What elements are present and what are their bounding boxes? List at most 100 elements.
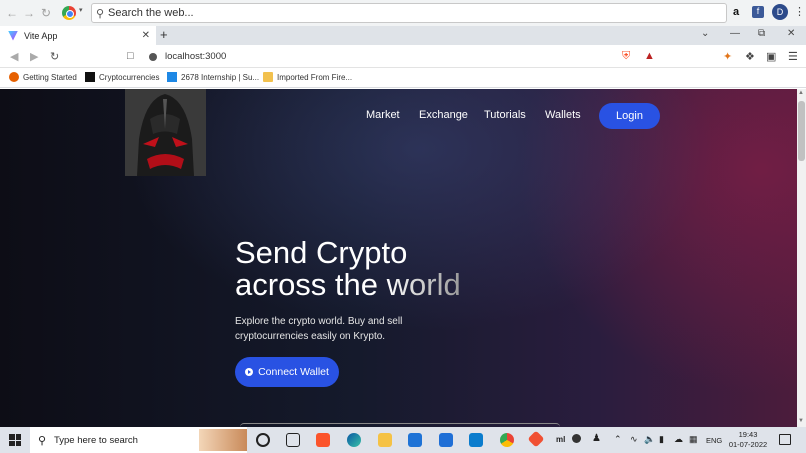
windows-start-icon[interactable] xyxy=(9,434,21,446)
restore-icon[interactable]: ⧉ xyxy=(758,28,765,39)
reload-icon[interactable]: ↻ xyxy=(50,50,59,63)
bookmark-imported-folder[interactable]: Imported From Fire... xyxy=(263,72,352,82)
tab-vite-app[interactable]: Vite App ✕ xyxy=(0,26,156,45)
brave-shield-icon[interactable]: ⛨ xyxy=(622,50,630,63)
git-icon[interactable] xyxy=(527,430,545,448)
firefox-icon xyxy=(9,72,19,82)
close-tab-icon[interactable]: ✕ xyxy=(142,30,150,41)
search-icon: ⚲ xyxy=(95,7,105,20)
language-indicator[interactable]: ENG xyxy=(706,436,722,445)
brave-browser-icon[interactable] xyxy=(316,433,330,447)
file-explorer-icon[interactable] xyxy=(378,433,392,447)
taskbar-search-input[interactable]: ⚲ Type here to search xyxy=(30,427,247,453)
minimize-icon[interactable]: — xyxy=(730,28,740,39)
headline-line-2: across the world xyxy=(235,269,495,301)
bookmarks-bar: Getting Started Cryptocurrencies 2678 In… xyxy=(0,68,806,88)
address-field[interactable]: localhost:3000 xyxy=(149,48,615,65)
nav-tutorials[interactable]: Tutorials xyxy=(484,109,526,121)
vscode-icon[interactable] xyxy=(469,433,483,447)
bookmark-label: Cryptocurrencies xyxy=(99,72,160,82)
page-scrollbar[interactable]: ▲ ▼ xyxy=(797,89,806,427)
bookmark-label: Imported From Fire... xyxy=(277,72,353,82)
bookmark-getting-started[interactable]: Getting Started xyxy=(9,72,77,82)
menu-icon[interactable]: ☰ xyxy=(788,50,798,63)
network-icon[interactable]: ∿ xyxy=(630,434,638,445)
bookmark-internship[interactable]: 2678 Internship | Su... xyxy=(167,72,259,82)
extensions-icon[interactable]: ❖ xyxy=(745,50,755,63)
bookmark-label: Getting Started xyxy=(23,72,77,82)
krypto-page: Market Exchange Tutorials Wallets Login … xyxy=(0,89,797,427)
kebab-menu-icon[interactable]: ⋮ xyxy=(794,5,805,18)
login-button[interactable]: Login xyxy=(599,103,660,129)
address-toolbar: ◀ ▶ ↻ □ localhost:3000 ⛨ ▲ ✦ ❖ ▣ ☰ xyxy=(0,45,806,68)
headline-line-2-end: the world xyxy=(334,267,461,302)
task-view-icon[interactable] xyxy=(286,433,300,447)
site-info-icon[interactable] xyxy=(149,52,157,61)
amazon-icon[interactable]: a xyxy=(733,6,739,18)
app-tray-icon[interactable]: ml xyxy=(556,435,565,444)
site-logo[interactable] xyxy=(125,89,206,176)
scrollbar-thumb[interactable] xyxy=(798,101,805,161)
tab-search-chevron-icon[interactable]: ⌄ xyxy=(701,28,709,39)
web-search-placeholder: Search the web... xyxy=(108,7,194,19)
play-icon xyxy=(245,368,254,376)
tray-circle-icon[interactable] xyxy=(572,434,581,443)
headline-line-2-start: across xyxy=(235,267,335,302)
back-icon[interactable]: ◀ xyxy=(10,50,18,63)
profile-avatar-icon[interactable]: D xyxy=(772,4,788,20)
wallet-icon[interactable]: ▣ xyxy=(766,50,776,63)
bookmark-cryptocurrencies[interactable]: Cryptocurrencies xyxy=(85,72,159,82)
nav-wallets[interactable]: Wallets xyxy=(545,109,581,121)
clock[interactable]: 19:43 01-07-2022 xyxy=(728,430,768,450)
clock-time: 19:43 xyxy=(738,430,758,439)
new-tab-icon[interactable]: + xyxy=(160,27,168,42)
scroll-up-icon[interactable]: ▲ xyxy=(798,90,804,96)
headline-line-1: Send Crypto xyxy=(235,235,408,270)
people-icon[interactable]: ♟ xyxy=(592,433,601,444)
metamask-icon[interactable]: ✦ xyxy=(723,50,732,63)
search-highlight-image xyxy=(199,429,247,451)
connect-wallet-label: Connect Wallet xyxy=(258,366,329,378)
battery-icon[interactable]: ▮ xyxy=(659,434,664,445)
scroll-down-icon[interactable]: ▼ xyxy=(798,418,804,424)
forward-icon[interactable]: ▶ xyxy=(30,50,38,63)
tab-strip: Vite App ✕ + ⌄ — ⧉ ✕ xyxy=(0,26,806,45)
nav-exchange[interactable]: Exchange xyxy=(419,109,468,121)
brave-rewards-icon[interactable]: ▲ xyxy=(644,50,655,62)
facebook-icon[interactable]: f xyxy=(752,6,764,18)
forward-arrow-icon[interactable]: → xyxy=(20,4,38,22)
chevron-up-icon[interactable]: ⌃ xyxy=(614,434,622,445)
back-arrow-icon[interactable]: ← xyxy=(3,4,21,22)
vite-favicon-icon xyxy=(8,30,18,41)
chrome-icon[interactable] xyxy=(62,6,76,20)
top-browser-bar: ← → ↻ ▾ ⚲ Search the web... a f D ⋮ xyxy=(0,0,806,26)
site-favicon-icon xyxy=(85,72,95,82)
hero-headline: Send Crypto across the world xyxy=(235,237,495,301)
taskbar: ⚲ Type here to search ml ♟ ⌃ ∿ 🔈 ▮ ☁ ▦ E… xyxy=(0,427,806,453)
display-icon[interactable]: ▦ xyxy=(689,434,698,445)
notifications-icon[interactable] xyxy=(779,434,791,445)
edge-icon[interactable] xyxy=(347,433,361,447)
volume-icon[interactable]: 🔈 xyxy=(644,434,655,445)
folder-icon xyxy=(263,72,273,82)
cortana-icon[interactable] xyxy=(256,433,270,447)
onedrive-icon[interactable]: ☁ xyxy=(674,434,683,445)
reload-icon[interactable]: ↻ xyxy=(37,4,55,22)
search-icon: ⚲ xyxy=(37,434,47,447)
close-window-icon[interactable]: ✕ xyxy=(787,28,795,39)
tab-title: Vite App xyxy=(24,30,58,41)
bookmark-label: 2678 Internship | Su... xyxy=(181,72,260,82)
clock-date: 01-07-2022 xyxy=(728,440,768,449)
mail-icon[interactable] xyxy=(408,433,422,447)
web-search-input[interactable]: ⚲ Search the web... xyxy=(91,3,727,23)
store-icon[interactable] xyxy=(439,433,453,447)
taskbar-search-placeholder: Type here to search xyxy=(54,434,138,446)
hero-subtext: Explore the crypto world. Buy and sell c… xyxy=(235,316,403,342)
chrome-taskbar-icon[interactable] xyxy=(500,433,514,447)
site-favicon-icon xyxy=(167,72,177,82)
connect-wallet-button[interactable]: Connect Wallet xyxy=(235,357,339,387)
bookmark-icon[interactable]: □ xyxy=(127,50,134,62)
dropdown-caret-icon[interactable]: ▾ xyxy=(79,6,83,14)
url-text: localhost:3000 xyxy=(165,51,227,62)
nav-market[interactable]: Market xyxy=(366,109,400,121)
